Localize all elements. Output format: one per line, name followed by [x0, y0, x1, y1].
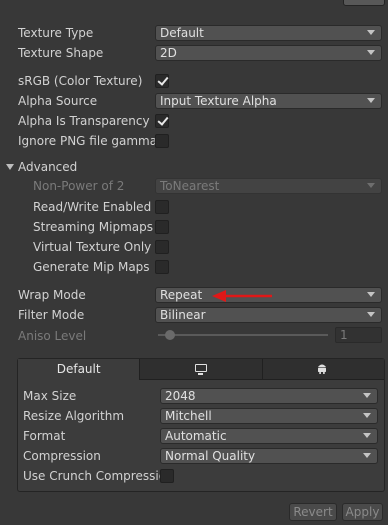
texture-shape-value: 2D [160, 46, 177, 60]
top-partial-button[interactable] [343, 0, 385, 6]
chevron-down-icon [367, 183, 375, 188]
texture-type-dropdown[interactable]: Default [155, 25, 382, 41]
aniso-level-field: 1 [335, 327, 382, 343]
compression-value: Normal Quality [165, 449, 256, 463]
tab-default-label: Default [56, 362, 101, 376]
foldout-arrow-icon[interactable] [6, 164, 14, 170]
format-dropdown[interactable]: Automatic [160, 428, 378, 444]
aniso-level-slider-track [158, 334, 328, 336]
filter-mode-dropdown[interactable]: Bilinear [155, 307, 382, 323]
max-size-label: Max Size [23, 389, 77, 403]
monitor-icon [195, 364, 207, 375]
chevron-down-icon [367, 312, 375, 317]
resize-algorithm-dropdown[interactable]: Mitchell [160, 408, 378, 424]
chevron-down-icon [363, 453, 371, 458]
max-size-dropdown[interactable]: 2048 [160, 388, 378, 404]
aniso-level-label: Aniso Level [18, 329, 87, 343]
crunch-compression-label: Use Crunch Compressio [23, 469, 167, 483]
annotation-arrow-icon [212, 290, 272, 302]
format-label: Format [23, 429, 66, 443]
advanced-foldout-title[interactable]: Advanced [18, 158, 77, 176]
non-power-of-2-value: ToNearest [160, 179, 220, 193]
compression-dropdown[interactable]: Normal Quality [160, 448, 378, 464]
tab-default[interactable]: Default [18, 359, 141, 380]
alpha-is-transparency-label: Alpha Is Transparency [18, 114, 150, 128]
chevron-down-icon [363, 433, 371, 438]
alpha-source-label: Alpha Source [18, 94, 98, 108]
wrap-mode-label: Wrap Mode [18, 288, 86, 302]
non-power-of-2-label: Non-Power of 2 [33, 179, 125, 193]
format-value: Automatic [165, 429, 227, 443]
chevron-down-icon [367, 30, 375, 35]
ignore-png-gamma-label: Ignore PNG file gamma [18, 134, 158, 148]
wrap-mode-value: Repeat [160, 288, 203, 302]
streaming-mipmaps-checkbox[interactable] [155, 220, 169, 234]
ignore-png-gamma-checkbox[interactable] [155, 134, 169, 148]
aniso-level-slider-thumb [165, 330, 175, 340]
srgb-label: sRGB (Color Texture) [18, 74, 143, 88]
chevron-down-icon [367, 50, 375, 55]
generate-mip-maps-checkbox[interactable] [155, 260, 169, 274]
chevron-down-icon [367, 98, 375, 103]
texture-shape-dropdown[interactable]: 2D [155, 45, 382, 61]
texture-type-value: Default [160, 26, 204, 40]
chevron-down-icon [363, 413, 371, 418]
resize-algorithm-value: Mitchell [165, 409, 212, 423]
non-power-of-2-dropdown: ToNearest [155, 178, 382, 194]
texture-type-label: Texture Type [18, 26, 94, 40]
compression-label: Compression [23, 449, 101, 463]
read-write-checkbox[interactable] [155, 200, 169, 214]
alpha-source-value: Input Texture Alpha [160, 94, 277, 108]
android-icon [318, 364, 326, 374]
crunch-compression-checkbox[interactable] [160, 469, 174, 483]
virtual-texture-only-label: Virtual Texture Only [33, 240, 152, 254]
revert-button[interactable]: Revert [289, 503, 337, 521]
generate-mip-maps-label: Generate Mip Maps [33, 260, 150, 274]
read-write-label: Read/Write Enabled [33, 200, 152, 214]
texture-shape-label: Texture Shape [18, 46, 104, 60]
alpha-source-dropdown[interactable]: Input Texture Alpha [155, 93, 382, 109]
alpha-is-transparency-checkbox[interactable] [155, 114, 169, 128]
chevron-down-icon [363, 393, 371, 398]
virtual-texture-only-checkbox[interactable] [155, 240, 169, 254]
srgb-checkbox[interactable] [155, 74, 169, 88]
resize-algorithm-label: Resize Algorithm [23, 409, 125, 423]
filter-mode-label: Filter Mode [18, 308, 85, 322]
chevron-down-icon [367, 292, 375, 297]
apply-button[interactable]: Apply [342, 503, 383, 521]
max-size-value: 2048 [165, 389, 196, 403]
filter-mode-value: Bilinear [160, 308, 206, 322]
streaming-mipmaps-label: Streaming Mipmaps [33, 220, 154, 234]
